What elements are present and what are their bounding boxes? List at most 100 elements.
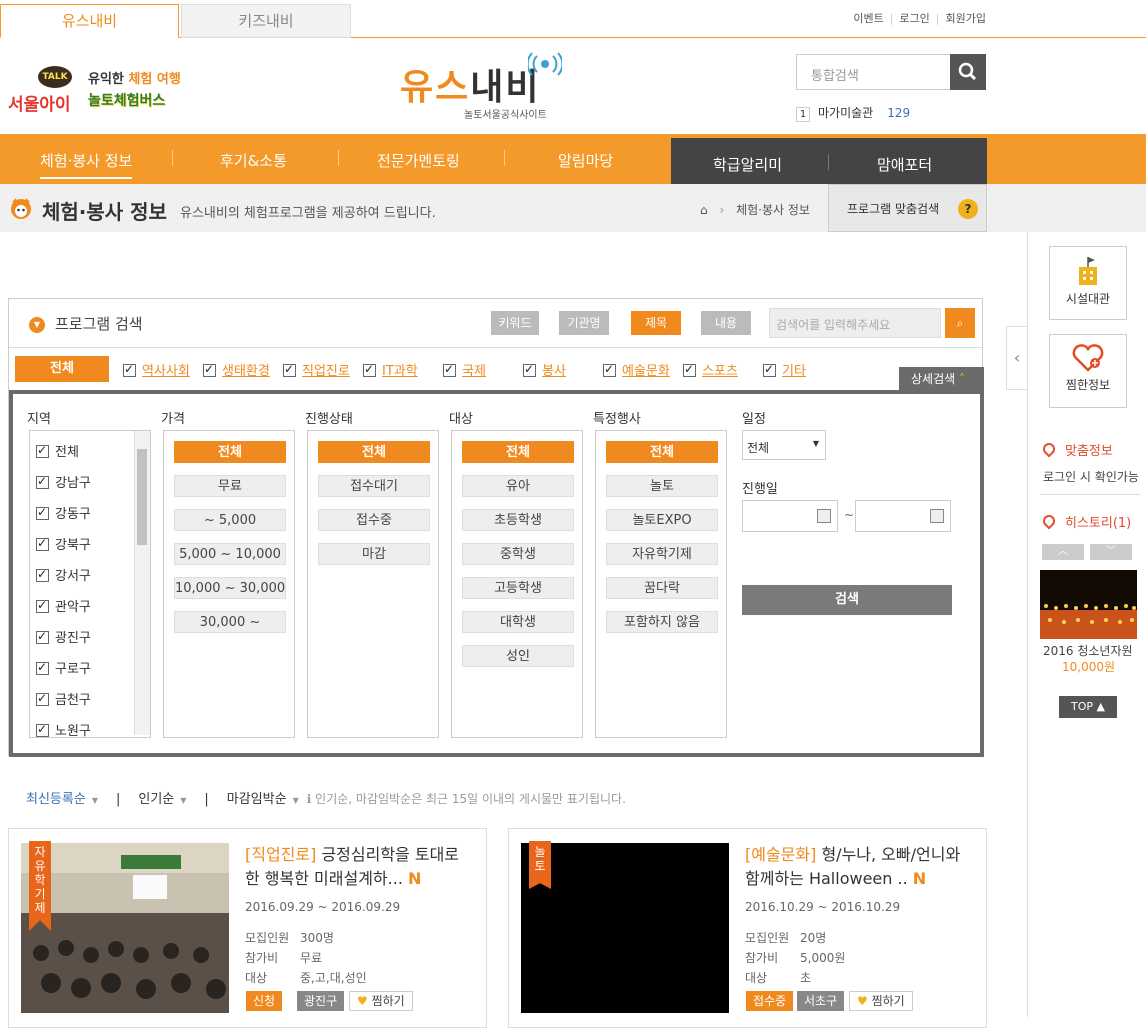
status-option[interactable]: 접수중 xyxy=(318,509,430,531)
price-option[interactable]: 무료 xyxy=(174,475,286,497)
status-option[interactable]: 접수대기 xyxy=(318,475,430,497)
price-option[interactable]: 전체 xyxy=(174,441,286,463)
region-item[interactable]: 강서구 xyxy=(36,565,91,584)
price-option[interactable]: ~ 5,000 xyxy=(174,509,286,531)
like-button[interactable]: ♥ 찜하기 xyxy=(349,991,413,1011)
region-item[interactable]: 관악구 xyxy=(36,596,91,615)
event-option[interactable]: 꿈다락 xyxy=(606,577,718,599)
sort-latest[interactable]: 최신등록순 ▼ xyxy=(26,792,98,807)
popular-keyword[interactable]: 1 마가미술관 129 xyxy=(796,104,910,122)
nav-experience[interactable]: 체험·봉사 정보 xyxy=(40,150,133,179)
home-icon[interactable]: ⌂ xyxy=(700,203,708,217)
history-down-button[interactable]: ﹀ xyxy=(1090,544,1132,560)
checkbox[interactable] xyxy=(443,362,456,377)
checkbox[interactable] xyxy=(283,362,296,377)
search-type-content[interactable]: 내용 xyxy=(701,311,751,335)
program-card[interactable]: 놀토 [예술문화] 형/누나, 오빠/언니와 함께하는 Halloween ..… xyxy=(508,828,987,1028)
checkbox[interactable] xyxy=(36,536,49,551)
event-option[interactable]: 전체 xyxy=(606,441,718,463)
search-input[interactable]: 통합검색 xyxy=(811,65,859,84)
category-global[interactable]: 국제 xyxy=(443,360,486,379)
program-card[interactable]: 자유학기제 [직업진로] 긍정심리학을 토대로 한 행복한 미래설계하... N… xyxy=(8,828,487,1028)
sidebar-toggle[interactable]: ‹ xyxy=(1006,326,1027,390)
region-list[interactable]: 전체 강남구 강동구 강북구 강서구 관악구 광진구 구로구 금천구 노원구 xyxy=(29,430,151,739)
history-item-title[interactable]: 2016 청소년자원 xyxy=(1043,642,1133,659)
program-title[interactable]: [직업진로] 긍정심리학을 토대로 한 행복한 미래설계하... N xyxy=(245,843,475,891)
region-item[interactable]: 전체 xyxy=(36,441,79,460)
calendar-icon[interactable] xyxy=(930,509,944,523)
target-option[interactable]: 대학생 xyxy=(462,611,574,633)
nav-mentoring[interactable]: 전문가멘토링 xyxy=(377,150,460,171)
keyword-input[interactable]: 검색어를 입력해주세요 xyxy=(769,308,941,338)
end-date-input[interactable] xyxy=(855,500,951,532)
checkbox[interactable] xyxy=(203,362,216,377)
status-option[interactable]: 마감 xyxy=(318,543,430,565)
checkbox[interactable] xyxy=(36,505,49,520)
checkbox[interactable] xyxy=(683,362,696,377)
program-title[interactable]: [예술문화] 형/누나, 오빠/언니와 함께하는 Halloween .. N xyxy=(745,843,975,891)
category-eco[interactable]: 생태환경 xyxy=(203,360,270,379)
price-option[interactable]: 5,000 ~ 10,000 xyxy=(174,543,286,565)
history-up-button[interactable]: ︿ xyxy=(1042,544,1084,560)
region-item[interactable]: 구로구 xyxy=(36,658,91,677)
checkbox[interactable] xyxy=(36,598,49,613)
category-career[interactable]: 직업진로 xyxy=(283,360,350,379)
category-etc[interactable]: 기타 xyxy=(763,360,806,379)
sort-popular[interactable]: 인기순 ▼ xyxy=(138,792,186,807)
target-option[interactable]: 고등학생 xyxy=(462,577,574,599)
price-option[interactable]: 30,000 ~ xyxy=(174,611,286,633)
nav-class-alert[interactable]: 학급알리미 xyxy=(713,154,782,175)
event-option[interactable]: 자유학기제 xyxy=(606,543,718,565)
category-volunteer[interactable]: 봉사 xyxy=(523,360,566,379)
detail-search-toggle[interactable]: 상세검색 ˄ xyxy=(899,367,984,391)
checkbox[interactable] xyxy=(36,691,49,706)
region-item[interactable]: 강북구 xyxy=(36,534,91,553)
facility-rental-button[interactable]: 시설대관 xyxy=(1049,246,1127,320)
checkbox[interactable] xyxy=(36,629,49,644)
scroll-top-button[interactable]: TOP ▲ xyxy=(1059,696,1117,718)
price-option[interactable]: 10,000 ~ 30,000 xyxy=(174,577,286,599)
nav-review[interactable]: 후기&소통 xyxy=(220,150,287,171)
youthnavi-logo[interactable]: 유스내비 놀토서울공식사이트 xyxy=(400,52,570,122)
checkbox[interactable] xyxy=(763,362,776,377)
tab-youth[interactable]: 유스내비 xyxy=(0,4,179,38)
region-item[interactable]: 노원구 xyxy=(36,720,91,739)
target-option[interactable]: 초등학생 xyxy=(462,509,574,531)
checkbox[interactable] xyxy=(36,567,49,582)
program-thumbnail[interactable] xyxy=(521,843,729,1013)
target-option[interactable]: 중학생 xyxy=(462,543,574,565)
event-link[interactable]: 이벤트 xyxy=(853,10,883,26)
search-button[interactable] xyxy=(950,54,986,90)
region-item[interactable]: 강남구 xyxy=(36,472,91,491)
program-thumbnail[interactable] xyxy=(21,843,229,1013)
checkbox[interactable] xyxy=(363,362,376,377)
checkbox[interactable] xyxy=(36,660,49,675)
category-sports[interactable]: 스포츠 xyxy=(683,360,738,379)
keyword-search-button[interactable]: ⌕ xyxy=(945,308,975,338)
checkbox[interactable] xyxy=(123,362,136,377)
search-type-title[interactable]: 제목 xyxy=(631,311,681,335)
search-type-keyword[interactable]: 키워드 xyxy=(491,311,539,335)
search-type-org[interactable]: 기관명 xyxy=(559,311,609,335)
wishlist-button[interactable]: 찜한정보 xyxy=(1049,334,1127,408)
target-option[interactable]: 유아 xyxy=(462,475,574,497)
history-heading[interactable]: 히스토리(1) xyxy=(1040,512,1131,531)
detail-search-button[interactable]: 검색 xyxy=(742,585,952,615)
custom-info-heading[interactable]: 맞춤정보 xyxy=(1040,440,1113,459)
target-option[interactable]: 전체 xyxy=(462,441,574,463)
category-all-button[interactable]: 전체 xyxy=(15,356,109,382)
start-date-input[interactable] xyxy=(742,500,838,532)
calendar-icon[interactable] xyxy=(817,509,831,523)
login-link[interactable]: 로그인 xyxy=(899,10,929,26)
region-item[interactable]: 광진구 xyxy=(36,627,91,646)
checkbox[interactable] xyxy=(36,474,49,489)
checkbox[interactable] xyxy=(523,362,536,377)
event-option[interactable]: 포함하지 않음 xyxy=(606,611,718,633)
breadcrumb-current[interactable]: 체험·봉사 정보 xyxy=(736,203,810,217)
event-option[interactable]: 놀토EXPO xyxy=(606,509,718,531)
nav-mom-reporter[interactable]: 맘애포터 xyxy=(877,154,932,175)
like-button[interactable]: ♥ 찜하기 xyxy=(849,991,913,1011)
event-option[interactable]: 놀토 xyxy=(606,475,718,497)
region-item[interactable]: 강동구 xyxy=(36,503,91,522)
category-it[interactable]: IT과학 xyxy=(363,360,418,379)
